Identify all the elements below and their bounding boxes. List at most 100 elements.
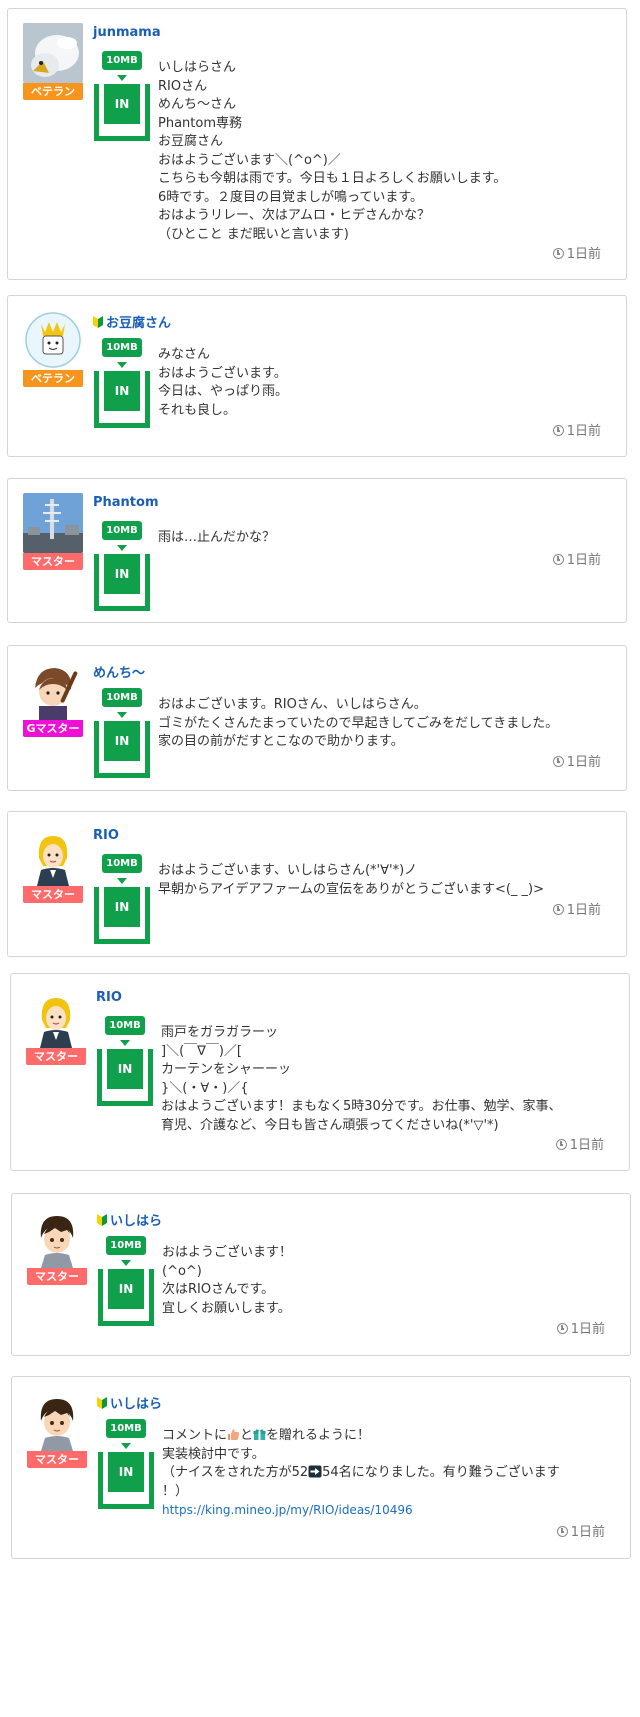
gauge-badge: 10MB	[102, 338, 142, 357]
post-line: 育児、介護など、今日も皆さん頑張ってくださいね(*'▽'*)	[161, 1117, 499, 1133]
gauge-badge: 10MB	[106, 1419, 146, 1438]
avatar-image[interactable]	[27, 1208, 87, 1268]
avatar-image[interactable]	[23, 23, 83, 83]
avatar[interactable]: ベテラン	[23, 23, 83, 100]
gauge-fill: IN	[104, 371, 140, 411]
avatar-image[interactable]	[23, 660, 83, 720]
line-text: と	[240, 1428, 254, 1443]
timestamp-text: 1日前	[566, 247, 601, 262]
avatar[interactable]: マスター	[27, 1391, 87, 1468]
mb-gauge[interactable]: 10MB IN	[94, 338, 150, 428]
post-card: Gマスター めんち～ 10MB IN おはよございます。RIOさん、いしはらさん…	[7, 645, 627, 791]
post-line: （ひとこと まだ眠いと言います)	[158, 226, 349, 242]
gauge-fill: IN	[104, 554, 140, 594]
post-line: いしはらさん	[158, 60, 237, 75]
post-line: （ナイスをされた方が52 54名になりました。有り難うございます	[162, 1464, 560, 1483]
mb-gauge[interactable]: 10MB IN	[98, 1236, 154, 1326]
post-line: https://king.mineo.jp/my/RIO/ideas/10496	[162, 1501, 560, 1521]
username-text[interactable]: めんち～	[93, 666, 145, 681]
arrow-down-icon	[117, 712, 127, 718]
arrow-down-icon	[117, 545, 127, 551]
mb-gauge[interactable]: 10MB IN	[97, 1016, 153, 1106]
post-line: 6時です。２度目の目覚ましが鳴っています。	[158, 189, 424, 205]
post-timestamp: 1日前	[556, 1318, 605, 1337]
username-link[interactable]: Phantom	[93, 495, 159, 510]
post-card: マスター RIO 10MB IN おはようございます、いしはらさん(*'∀'*)…	[7, 811, 627, 957]
timestamp-text: 1日前	[570, 1525, 605, 1540]
post-timestamp: 1日前	[552, 420, 601, 439]
post-line: お豆腐さん	[158, 134, 224, 149]
mb-gauge[interactable]: 10MB IN	[94, 688, 150, 778]
avatar[interactable]: マスター	[27, 1208, 87, 1285]
avatar-image[interactable]	[23, 826, 83, 886]
post-line: ！）	[162, 1483, 189, 1499]
avatar-image[interactable]	[27, 1391, 87, 1451]
post-card: マスター いしはら 10MB IN おはようございます！ (^o^) 次はRIO…	[11, 1193, 631, 1356]
username-text[interactable]: いしはら	[110, 1397, 162, 1412]
mb-gauge[interactable]: 10MB IN	[98, 1419, 154, 1509]
clock-icon	[552, 756, 564, 767]
gauge-container: IN	[94, 721, 150, 778]
avatar-image[interactable]	[26, 988, 86, 1048]
post-timestamp: 1日前	[556, 1521, 605, 1540]
username-link[interactable]: めんち～	[93, 662, 145, 681]
post-line: おはよございます。RIOさん、いしはらさん。	[158, 697, 427, 712]
rank-badge: ベテラン	[23, 83, 83, 100]
mb-gauge[interactable]: 10MB IN	[94, 51, 150, 141]
username-text[interactable]: いしはら	[110, 1214, 162, 1229]
clock-icon	[552, 248, 564, 259]
username-link[interactable]: RIO	[93, 828, 119, 843]
post-body: 雨は…止んだかな？	[158, 529, 275, 548]
post-body: おはよございます。RIOさん、いしはらさん。 ゴミがたくさんたまっていたので早起…	[158, 696, 558, 752]
gauge-container: IN	[94, 84, 150, 141]
avatar[interactable]: ベテラン	[23, 310, 83, 387]
clock-icon	[556, 1526, 568, 1537]
username-link[interactable]: junmama	[93, 25, 161, 40]
username-text[interactable]: RIO	[93, 828, 119, 843]
username-link[interactable]: いしはら	[97, 1210, 162, 1229]
avatar-image[interactable]	[23, 310, 83, 370]
rank-badge: マスター	[27, 1268, 87, 1285]
username-link[interactable]: RIO	[96, 990, 122, 1005]
gauge-badge: 10MB	[102, 51, 142, 70]
post-line: 雨は…止んだかな？	[158, 530, 276, 545]
line-text: コメントに	[162, 1428, 228, 1443]
post-card: ベテラン junmama 10MB IN いしはらさん RIOさん めんち～さん…	[7, 8, 627, 280]
post-card: マスター Phantom 10MB IN 雨は…止んだかな？ 1日前	[7, 478, 627, 623]
avatar[interactable]: Gマスター	[23, 660, 83, 737]
gauge-badge: 10MB	[102, 854, 142, 873]
post-line: 宜しくお願いします。	[162, 1300, 291, 1316]
mb-gauge[interactable]: 10MB IN	[94, 521, 150, 611]
gauge-container: IN	[98, 1452, 154, 1509]
username-text[interactable]: お豆腐さん	[106, 316, 171, 331]
avatar-image[interactable]	[23, 493, 83, 553]
gauge-container: IN	[98, 1269, 154, 1326]
username-text[interactable]: junmama	[93, 25, 161, 40]
post-line: 実装検討中です。	[162, 1446, 265, 1462]
username-text[interactable]: RIO	[96, 990, 122, 1005]
post-body: いしはらさん RIOさん めんち～さん Phantom専務 お豆腐さん おはよう…	[158, 59, 506, 244]
avatar[interactable]: マスター	[26, 988, 86, 1065]
beginner-mark-icon	[97, 1214, 107, 1226]
username-text[interactable]: Phantom	[93, 495, 159, 510]
username-link[interactable]: いしはら	[97, 1393, 162, 1412]
avatar[interactable]: マスター	[23, 493, 83, 570]
idea-link[interactable]: https://king.mineo.jp/my/RIO/ideas/10496	[162, 1503, 413, 1517]
post-body: おはようございます！ (^o^) 次はRIOさんです。 宜しくお願いします。	[162, 1244, 292, 1318]
gauge-container: IN	[94, 371, 150, 428]
arrow-down-icon	[121, 1260, 131, 1266]
rank-badge: マスター	[23, 553, 83, 570]
post-body: コメントにとを贈れるように！ 実装検討中です。 （ナイスをされた方が52 54名に…	[162, 1427, 560, 1521]
post-line: ]＼(￣∇￣)／[	[161, 1043, 242, 1059]
mb-gauge[interactable]: 10MB IN	[94, 854, 150, 944]
rank-badge: マスター	[27, 1451, 87, 1468]
post-card: ベテラン お豆腐さん 10MB IN みなさん おはようございます。 今日は、や…	[7, 295, 627, 457]
username-link[interactable]: お豆腐さん	[93, 312, 171, 331]
timestamp-text: 1日前	[569, 1138, 604, 1153]
post-line: Phantom専務	[158, 115, 242, 131]
rank-badge: マスター	[26, 1048, 86, 1065]
avatar[interactable]: マスター	[23, 826, 83, 903]
timestamp-text: 1日前	[570, 1322, 605, 1337]
post-line: こちらも今朝は雨です。今日も１日よろしくお願いします。	[158, 171, 507, 186]
beginner-mark-icon	[97, 1397, 107, 1409]
